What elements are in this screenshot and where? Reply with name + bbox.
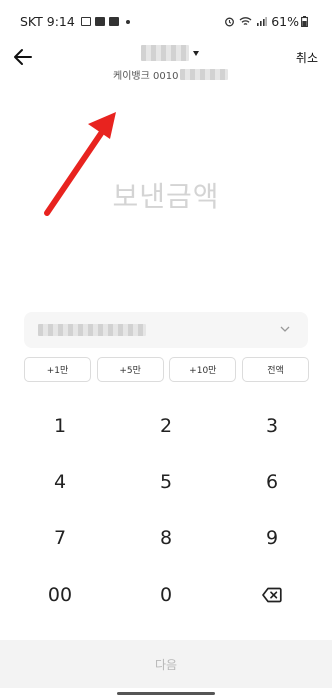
back-button[interactable]: [12, 46, 34, 68]
home-indicator[interactable]: [117, 692, 215, 695]
keypad-key-5[interactable]: 5: [126, 460, 206, 504]
account-selector[interactable]: [141, 45, 199, 61]
cancel-button[interactable]: 취소: [296, 49, 318, 66]
keypad-key-6[interactable]: 6: [232, 460, 312, 504]
signal-icon: [257, 17, 268, 26]
chevron-down-icon: [280, 326, 290, 332]
status-bar: SKT 9:14 61%: [0, 0, 332, 40]
gallery-notification-icon: [80, 17, 91, 26]
battery-icon: [301, 16, 308, 27]
keypad-key-7[interactable]: 7: [20, 516, 100, 560]
quick-amount-bar: +1만 +5만 +10만 전액: [24, 357, 309, 382]
keypad-key-2[interactable]: 2: [126, 404, 206, 448]
full-amount-button[interactable]: 전액: [241, 357, 309, 382]
source-account-select[interactable]: [24, 312, 308, 348]
keypad-key-1[interactable]: 1: [20, 404, 100, 448]
back-arrow-icon: [14, 49, 32, 65]
keypad-key-3[interactable]: 3: [232, 404, 312, 448]
backspace-icon: [262, 587, 282, 603]
status-time: SKT 9:14: [20, 14, 75, 29]
add-100k-button[interactable]: +10만: [169, 357, 237, 382]
status-bar-right: 61%: [224, 14, 308, 29]
keypad-backspace-button[interactable]: [232, 573, 312, 617]
source-account-redacted: [38, 324, 146, 336]
app-notification-icon: [108, 17, 119, 26]
more-notifications-icon: [125, 19, 130, 24]
battery-percent: 61%: [271, 14, 299, 29]
next-button[interactable]: 다음: [0, 640, 332, 688]
add-50k-button[interactable]: +5만: [96, 357, 164, 382]
amount-display[interactable]: 보낸금액: [0, 175, 332, 215]
account-number-label: 케이뱅크 0010: [113, 71, 179, 82]
status-bar-left: SKT 9:14: [20, 14, 130, 29]
account-subtitle: 케이뱅크 0010: [113, 67, 229, 82]
keypad-key-00[interactable]: 00: [20, 573, 100, 617]
dropdown-caret-icon: [193, 50, 199, 56]
keypad-key-0[interactable]: 0: [126, 573, 206, 617]
account-number-redacted: [180, 69, 229, 80]
account-name-redacted: [141, 45, 189, 61]
alarm-icon: [225, 17, 235, 27]
wifi-icon: [239, 17, 252, 26]
add-10k-button[interactable]: +1만: [24, 357, 91, 382]
chat-notification-icon: [94, 17, 105, 26]
keypad-key-8[interactable]: 8: [126, 516, 206, 560]
keypad-key-9[interactable]: 9: [232, 516, 312, 560]
keypad-key-4[interactable]: 4: [20, 460, 100, 504]
